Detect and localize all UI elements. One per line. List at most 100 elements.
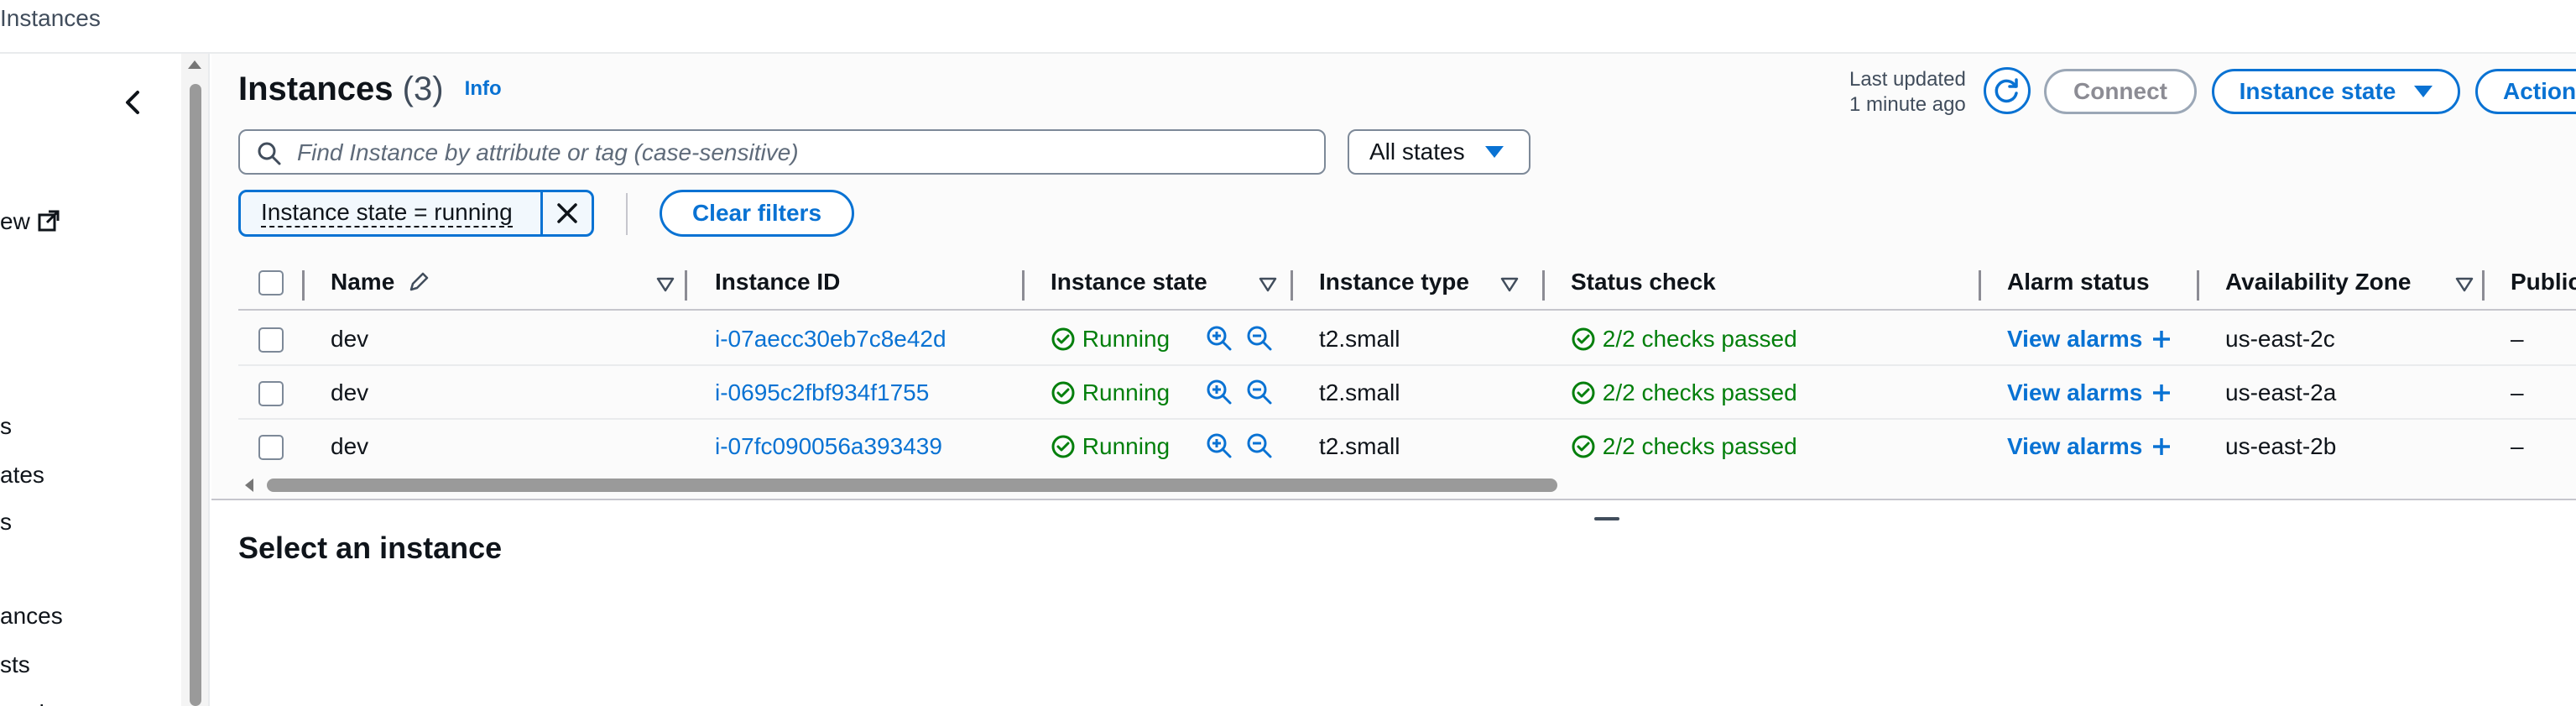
status-text: 2/2 checks passed [1602,379,1797,405]
zoom-out-icon[interactable] [1245,378,1274,406]
cell-status-check: 2/2 checks passed [1571,326,1797,353]
clear-filters-button[interactable]: Clear filters [660,190,854,237]
view-alarms-label: View alarms [2007,326,2143,352]
column-resizer[interactable] [1979,270,1981,301]
row-checkbox[interactable] [258,327,284,353]
sidebar-item[interactable]: ances [0,603,63,630]
view-alarms-link[interactable]: View alarms [2007,326,2174,353]
cell-availability-zone: us-east-2a [2225,379,2337,405]
cell-instance-state: Running [1051,433,1170,460]
column-resizer[interactable] [1291,270,1293,301]
cell-availability-zone: us-east-2b [2225,433,2337,459]
title-text: Instances [238,71,394,107]
cell-status-check: 2/2 checks passed [1571,433,1797,460]
sort-icon[interactable] [1500,277,1519,292]
scroll-up-arrow[interactable] [188,60,201,69]
split-panel-resize-handle[interactable] [1594,517,1619,520]
state-text: Running [1082,433,1171,459]
sidebar-item[interactable]: ates [0,462,44,489]
instance-state-button[interactable]: Instance state [2212,69,2460,114]
vertical-scrollbar[interactable] [181,54,210,706]
column-resizer[interactable] [2482,270,2485,301]
zoom-out-icon[interactable] [1245,324,1274,353]
scrollbar-thumb[interactable] [267,479,1557,492]
row-checkbox[interactable] [258,435,284,460]
column-resizer[interactable] [1022,270,1025,301]
table-row[interactable]: dev i-0695c2fbf934f1755 Running t2.small… [238,366,2576,420]
plus-icon [2153,438,2171,455]
plus-icon [2153,384,2171,401]
divider [626,193,628,235]
states-select[interactable]: All states [1348,129,1530,175]
cell-name: dev [331,326,369,352]
table-row[interactable]: dev i-07aecc30eb7c8e42d Running t2.small… [238,312,2576,366]
split-panel-title: Select an instance [238,531,503,565]
table-row[interactable]: dev i-07fc090056a393439 Running t2.small… [238,420,2576,473]
column-resizer[interactable] [1542,270,1545,301]
cell-status-check: 2/2 checks passed [1571,379,1797,406]
connect-button[interactable]: Connect [2044,69,2197,114]
page-title: Instances (3) Info [238,71,502,108]
filter-token-label[interactable]: Instance state = running [241,192,544,234]
view-alarms-label: View alarms [2007,379,2143,405]
sidebar-item[interactable]: s [0,509,12,536]
sidebar-item-dashboard[interactable]: ew [0,208,60,235]
cell-instance-state: Running [1051,379,1170,406]
last-updated-time: 1 minute ago [1849,93,1966,116]
refresh-button[interactable] [1984,67,2031,114]
side-navigation: ew s ates s ances sts rvations [0,54,181,706]
sidebar-item[interactable]: s [0,413,12,440]
column-header-public-dns[interactable]: Public IPv4 DNS [2511,269,2576,295]
actions-button-label: Actions [2503,78,2576,104]
cell-instance-type: t2.small [1319,326,1400,352]
check-circle-icon [1051,327,1075,351]
states-select-value: All states [1369,139,1465,165]
edit-icon [409,272,429,291]
column-header-instance-id[interactable]: Instance ID [715,269,840,295]
column-header-instance-type[interactable]: Instance type [1319,269,1469,295]
column-resizer[interactable] [302,270,305,301]
column-resizer[interactable] [2197,270,2199,301]
select-all-checkbox[interactable] [258,270,284,295]
column-header-label: Name [331,269,395,295]
zoom-in-icon[interactable] [1205,431,1233,460]
instance-state-button-label: Instance state [2239,78,2396,104]
check-circle-icon [1572,327,1595,351]
column-header-instance-state[interactable]: Instance state [1051,269,1207,295]
refresh-icon [1995,78,2018,103]
column-header-availability-zone[interactable]: Availability Zone [2225,269,2411,295]
chevron-left-icon[interactable] [117,86,151,119]
sidebar-item[interactable]: rvations [0,700,82,706]
sort-icon[interactable] [1259,277,1277,292]
cell-name: dev [331,433,369,459]
column-header-name[interactable]: Name [331,269,431,295]
column-header-alarm-status[interactable]: Alarm status [2007,269,2150,295]
search-field[interactable] [238,129,1326,175]
instance-id-link[interactable]: i-07fc090056a393439 [715,433,942,460]
sort-icon[interactable] [656,277,675,292]
breadcrumb-current: Instances [0,5,101,31]
filter-token-dismiss[interactable] [543,192,592,234]
cell-instance-type: t2.small [1319,379,1400,405]
zoom-out-icon[interactable] [1245,431,1274,460]
scrollbar-thumb[interactable] [190,84,201,706]
external-link-icon [38,210,60,232]
horizontal-scrollbar[interactable] [211,477,2576,494]
cell-availability-zone: us-east-2c [2225,326,2335,352]
view-alarms-link[interactable]: View alarms [2007,379,2174,406]
sidebar-item[interactable]: sts [0,651,30,678]
instance-id-link[interactable]: i-07aecc30eb7c8e42d [715,326,946,353]
search-input[interactable] [297,138,1304,168]
column-resizer[interactable] [685,270,687,301]
sort-icon[interactable] [2455,277,2474,292]
instance-id-link[interactable]: i-0695c2fbf934f1755 [715,379,929,406]
info-link[interactable]: Info [465,77,502,100]
view-alarms-link[interactable]: View alarms [2007,433,2174,460]
actions-button[interactable]: Actions [2475,69,2576,114]
filter-token[interactable]: Instance state = running [238,190,594,237]
column-header-status-check[interactable]: Status check [1571,269,1716,295]
zoom-in-icon[interactable] [1205,378,1233,406]
zoom-in-icon[interactable] [1205,324,1233,353]
row-checkbox[interactable] [258,381,284,406]
scroll-left-arrow[interactable] [245,479,253,492]
